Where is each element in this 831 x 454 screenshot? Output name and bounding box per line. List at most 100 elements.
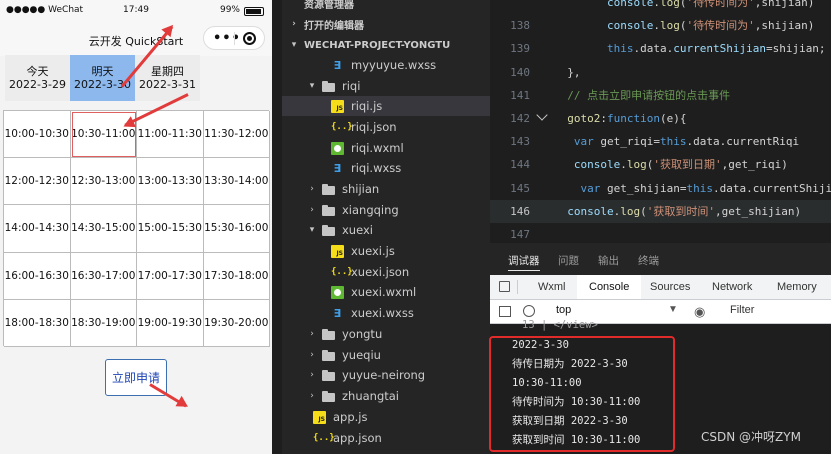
explorer-label: xuexi.wxml	[351, 285, 417, 299]
explorer-file[interactable]: {..} riqi.json	[282, 117, 490, 137]
chevron-right-icon[interactable]: ›	[306, 370, 318, 380]
code-line[interactable]: 138 console.log('待传时间为',shijian)	[490, 14, 831, 37]
time-slot[interactable]: 12:30-13:00	[70, 158, 137, 206]
explorer-file[interactable]: JS riqi.js	[282, 96, 490, 116]
more-icon[interactable]: •••	[213, 31, 241, 46]
explorer-label: riqi.json	[351, 120, 397, 134]
chevron-right-icon[interactable]: ›	[306, 184, 318, 194]
chevron-down-icon[interactable]: ▾	[306, 81, 318, 91]
code-line[interactable]: 142 goto2:function(e){	[490, 107, 831, 130]
time-slot[interactable]: 14:00-14:30	[4, 205, 71, 253]
wxss-icon: ∃	[333, 306, 342, 320]
code-token: this	[686, 181, 713, 195]
explorer-section[interactable]: ▾ WECHAT-PROJECT-YONGTU	[282, 35, 490, 55]
code-editor[interactable]: console.log('待传时间为',shijian) 138 console.…	[490, 0, 831, 243]
time-slot[interactable]: 18:00-18:30	[4, 299, 71, 347]
day-tab[interactable]: 明天 2022-3-30	[70, 55, 135, 101]
code-token: =shijian;	[765, 42, 826, 56]
code-line[interactable]: 144 console.log('获取到日期',get_riqi)	[490, 153, 831, 176]
sidebar-toggle-icon[interactable]	[499, 306, 511, 317]
explorer-file[interactable]: riqi.wxml	[282, 138, 490, 158]
devtools-tab[interactable]: Console	[577, 275, 642, 299]
time-slot[interactable]: 15:30-16:00	[203, 205, 270, 253]
explorer-file[interactable]: {..} xuexi.json	[282, 262, 490, 282]
context-chevron-icon[interactable]: ▼	[668, 304, 678, 315]
explorer-folder[interactable]: › yongtu	[282, 324, 490, 344]
explorer-folder[interactable]: › shijian	[282, 179, 490, 199]
panel-tab[interactable]: 调试器	[508, 253, 540, 271]
console-log-line: 待传日期为 2022-3-30	[512, 358, 628, 370]
time-slot[interactable]: 14:30-15:00	[70, 205, 137, 253]
explorer-folder[interactable]: › yuyue-neirong	[282, 365, 490, 385]
code-token: ,shijian)	[754, 19, 815, 33]
code-line[interactable]: 147	[490, 223, 831, 243]
time-slot[interactable]: 17:30-18:00	[203, 252, 270, 300]
explorer-file[interactable]: JS xuexi.js	[282, 241, 490, 261]
explorer-file[interactable]: ∃ xuexi.wxss	[282, 303, 490, 323]
code-line[interactable]: 139 this.data.currentShijian=shijian;	[490, 37, 831, 60]
eye-icon[interactable]: ◉	[694, 304, 705, 320]
code-line[interactable]: 143 var get_riqi=this.data.currentRiqi	[490, 130, 831, 153]
explorer-folder[interactable]: ▾ xuexi	[282, 220, 490, 240]
explorer-file[interactable]: ∃ riqi.wxss	[282, 158, 490, 178]
time-slot[interactable]: 11:30-12:00	[203, 111, 270, 159]
time-slot[interactable]: 17:00-17:30	[137, 252, 204, 300]
time-slot[interactable]: 13:00-13:30	[137, 158, 204, 206]
explorer-file[interactable]: {..} app.json	[282, 428, 490, 448]
day-tab[interactable]: 星期四 2022-3-31	[135, 55, 200, 101]
explorer-label: xuexi.js	[351, 244, 395, 258]
fold-chevron-icon[interactable]	[536, 109, 548, 121]
explorer-label: xuexi	[342, 223, 373, 237]
context-select[interactable]: top	[556, 304, 571, 316]
close-miniprogram-icon[interactable]	[243, 32, 256, 45]
chevron-right-icon[interactable]: ›	[306, 350, 318, 360]
explorer-file[interactable]: JS app.js	[282, 407, 490, 427]
time-slot[interactable]: 13:30-14:00	[203, 158, 270, 206]
code-line[interactable]: 146 console.log('获取到时间',get_shijian)	[490, 199, 831, 223]
explorer-folder[interactable]: › zhuangtai	[282, 386, 490, 406]
time-slot[interactable]: 16:00-16:30	[4, 252, 71, 300]
code-line[interactable]: 140 },	[490, 61, 831, 84]
chevron-down-icon[interactable]: ▾	[288, 40, 300, 50]
json-icon: {..}	[331, 121, 353, 132]
chevron-right-icon[interactable]: ›	[306, 205, 318, 215]
devtools-tab[interactable]: Network	[712, 275, 752, 299]
time-slot[interactable]: 19:30-20:00	[203, 299, 270, 347]
chevron-right-icon[interactable]: ›	[288, 19, 300, 29]
explorer-label: xiangqing	[342, 203, 399, 217]
inspect-icon[interactable]	[499, 281, 510, 292]
time-slot[interactable]: 19:00-19:30	[137, 299, 204, 347]
capsule-menu[interactable]: •••	[203, 26, 265, 50]
panel-tab[interactable]: 问题	[558, 253, 579, 268]
day-tab[interactable]: 今天 2022-3-29	[5, 55, 70, 101]
panel-tab[interactable]: 输出	[598, 253, 619, 268]
time-slot[interactable]: 11:00-11:30	[137, 111, 204, 159]
explorer-label: WECHAT-PROJECT-YONGTU	[304, 39, 451, 51]
time-slot[interactable]: 18:30-19:00	[70, 299, 137, 347]
panel-tab[interactable]: 终端	[638, 253, 659, 268]
chevron-down-icon[interactable]: ▾	[306, 225, 318, 235]
code-token: goto2	[567, 112, 601, 125]
code-line[interactable]: console.log('待传时间为',shijian)	[490, 0, 831, 14]
devtools-tab[interactable]: Wxml	[538, 275, 566, 299]
explorer-file[interactable]: xuexi.wxml	[282, 282, 490, 302]
code-line[interactable]: 141 // 点击立即申请按钮的点击事件	[490, 84, 831, 107]
explorer-folder[interactable]: › xiangqing	[282, 200, 490, 220]
chevron-right-icon[interactable]: ›	[306, 329, 318, 339]
devtools-tab[interactable]: Memory	[777, 275, 817, 299]
explorer-section[interactable]: › 打开的编辑器	[282, 14, 490, 34]
devtools-tab[interactable]: Sources	[650, 275, 690, 299]
filter-input[interactable]: Filter	[730, 304, 754, 316]
explorer-file[interactable]: ∃ myyuyue.wxss	[282, 55, 490, 75]
time-slot[interactable]: 16:30-17:00	[70, 252, 137, 300]
time-slot[interactable]: 12:00-12:30	[4, 158, 71, 206]
explorer-folder[interactable]: › yueqiu	[282, 345, 490, 365]
code-line[interactable]: 145 var get_shijian=this.data.currentShi…	[490, 177, 831, 200]
folder-icon	[322, 390, 335, 403]
chevron-right-icon[interactable]: ›	[306, 391, 318, 401]
explorer-folder[interactable]: ▾ riqi	[282, 76, 490, 96]
explorer-section[interactable]: 资源管理器	[282, 0, 490, 13]
time-slot[interactable]: 10:00-10:30	[4, 111, 71, 159]
time-slot[interactable]: 15:00-15:30	[137, 205, 204, 253]
